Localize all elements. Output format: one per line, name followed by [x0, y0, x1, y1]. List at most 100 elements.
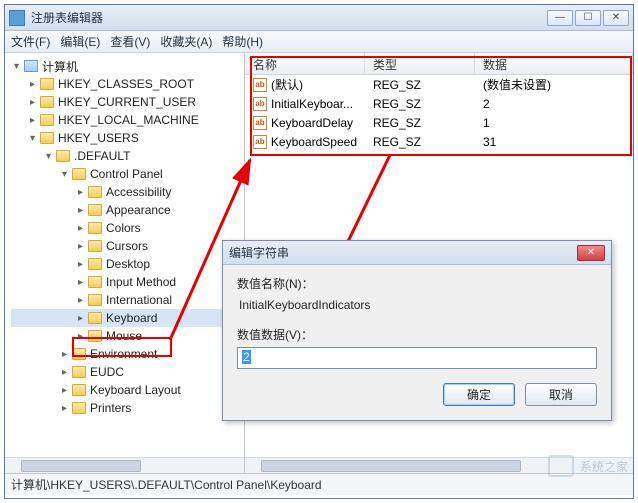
- menu-favorites[interactable]: 收藏夹(A): [160, 33, 212, 50]
- folder-icon: [88, 330, 102, 342]
- dialog-title: 编辑字符串: [229, 244, 577, 261]
- cancel-button[interactable]: 取消: [525, 383, 597, 406]
- tree-desktop[interactable]: ▸ Desktop: [11, 255, 244, 273]
- expand-icon[interactable]: ▸: [27, 115, 38, 126]
- collapse-icon[interactable]: ▾: [27, 133, 38, 144]
- col-data[interactable]: 数据: [475, 53, 633, 74]
- tree-hklm[interactable]: ▸ HKEY_LOCAL_MACHINE: [11, 111, 244, 129]
- expand-icon[interactable]: ▸: [75, 277, 86, 288]
- tree-hscrollbar[interactable]: [5, 457, 244, 473]
- folder-icon: [40, 96, 54, 108]
- expand-icon[interactable]: ▸: [75, 241, 86, 252]
- tree-computer[interactable]: ▾ 计算机: [11, 57, 244, 75]
- folder-icon: [72, 384, 86, 396]
- tree-keyboard[interactable]: ▸ Keyboard: [11, 309, 244, 327]
- dialog-body: 数值名称(N)： InitialKeyboardIndicators 数值数据(…: [223, 265, 611, 420]
- menu-file[interactable]: 文件(F): [11, 33, 50, 50]
- folder-icon: [40, 132, 54, 144]
- tree-default[interactable]: ▾ .DEFAULT: [11, 147, 244, 165]
- tree-printers[interactable]: ▸ Printers: [11, 399, 244, 417]
- collapse-icon[interactable]: ▾: [59, 169, 70, 180]
- list-header: 名称 类型 数据: [245, 53, 633, 75]
- folder-icon: [88, 276, 102, 288]
- folder-icon: [56, 150, 70, 162]
- maximize-button[interactable]: ☐: [575, 10, 601, 26]
- statusbar: 计算机\HKEY_USERS\.DEFAULT\Control Panel\Ke…: [5, 473, 633, 495]
- folder-icon: [72, 366, 86, 378]
- menu-help[interactable]: 帮助(H): [222, 33, 263, 50]
- expand-icon[interactable]: ▸: [59, 367, 70, 378]
- folder-icon: [40, 114, 54, 126]
- collapse-icon[interactable]: ▾: [43, 151, 54, 162]
- expand-icon[interactable]: ▸: [59, 349, 70, 360]
- tree-control-panel[interactable]: ▾ Control Panel: [11, 165, 244, 183]
- tree-environment[interactable]: ▸ Environment: [11, 345, 244, 363]
- tree-colors[interactable]: ▸ Colors: [11, 219, 244, 237]
- expand-icon[interactable]: ▸: [75, 313, 86, 324]
- string-value-icon: ab: [253, 78, 267, 92]
- expand-icon[interactable]: ▸: [75, 187, 86, 198]
- expand-icon[interactable]: ▸: [75, 295, 86, 306]
- tree: ▾ 计算机 ▸ HKEY_CLASSES_ROOT ▸ HKEY_CURRENT…: [5, 53, 244, 421]
- tree-international[interactable]: ▸ International: [11, 291, 244, 309]
- computer-icon: [24, 60, 38, 72]
- tree-mouse[interactable]: ▸ Mouse: [11, 327, 244, 345]
- value-name-readonly: InitialKeyboardIndicators: [237, 296, 597, 320]
- collapse-icon[interactable]: ▾: [11, 61, 22, 72]
- list-row[interactable]: abKeyboardSpeed REG_SZ 31: [245, 132, 633, 151]
- folder-icon: [40, 78, 54, 90]
- list-row[interactable]: abInitialKeyboar... REG_SZ 2: [245, 94, 633, 113]
- dialog-buttons: 确定 取消: [237, 383, 597, 406]
- tree-hku[interactable]: ▾ HKEY_USERS: [11, 129, 244, 147]
- menubar: 文件(F) 编辑(E) 查看(V) 收藏夹(A) 帮助(H): [5, 31, 633, 53]
- folder-icon: [72, 168, 86, 180]
- expand-icon[interactable]: ▸: [75, 223, 86, 234]
- folder-icon: [72, 348, 86, 360]
- expand-icon[interactable]: ▸: [59, 385, 70, 396]
- expand-icon[interactable]: ▸: [27, 79, 38, 90]
- list-row[interactable]: abKeyboardDelay REG_SZ 1: [245, 113, 633, 132]
- app-icon: [9, 10, 25, 26]
- tree-keyboard-layout[interactable]: ▸ Keyboard Layout: [11, 381, 244, 399]
- watermark: 系统之家: [548, 455, 628, 477]
- dialog-titlebar: 编辑字符串 ✕: [223, 241, 611, 265]
- folder-icon: [88, 240, 102, 252]
- list-row[interactable]: ab(默认) REG_SZ (数值未设置): [245, 75, 633, 94]
- value-data-input[interactable]: 2: [237, 347, 597, 369]
- folder-icon: [88, 222, 102, 234]
- col-type[interactable]: 类型: [365, 53, 475, 74]
- status-path: 计算机\HKEY_USERS\.DEFAULT\Control Panel\Ke…: [11, 476, 322, 493]
- string-value-icon: ab: [253, 135, 267, 149]
- expand-icon[interactable]: ▸: [75, 205, 86, 216]
- edit-string-dialog: 编辑字符串 ✕ 数值名称(N)： InitialKeyboardIndicato…: [222, 240, 612, 421]
- expand-icon[interactable]: ▸: [75, 259, 86, 270]
- col-name[interactable]: 名称: [245, 53, 365, 74]
- value-name-label: 数值名称(N)：: [237, 275, 597, 292]
- close-button[interactable]: ✕: [603, 10, 629, 26]
- dialog-close-button[interactable]: ✕: [577, 245, 605, 261]
- tree-cursors[interactable]: ▸ Cursors: [11, 237, 244, 255]
- watermark-icon: [548, 455, 574, 477]
- folder-icon: [88, 186, 102, 198]
- expand-icon[interactable]: ▸: [59, 403, 70, 414]
- tree-hkcu[interactable]: ▸ HKEY_CURRENT_USER: [11, 93, 244, 111]
- tree-hkcr[interactable]: ▸ HKEY_CLASSES_ROOT: [11, 75, 244, 93]
- titlebar: 注册表编辑器 — ☐ ✕: [5, 5, 633, 31]
- minimize-button[interactable]: —: [547, 10, 573, 26]
- expand-icon[interactable]: ▸: [75, 331, 86, 342]
- tree-appearance[interactable]: ▸ Appearance: [11, 201, 244, 219]
- expand-icon[interactable]: ▸: [27, 97, 38, 108]
- folder-icon: [72, 402, 86, 414]
- string-value-icon: ab: [253, 97, 267, 111]
- folder-icon: [88, 312, 102, 324]
- folder-icon: [88, 294, 102, 306]
- menu-view[interactable]: 查看(V): [110, 33, 150, 50]
- window-buttons: — ☐ ✕: [547, 10, 629, 26]
- tree-input-method[interactable]: ▸ Input Method: [11, 273, 244, 291]
- folder-icon: [88, 258, 102, 270]
- tree-eudc[interactable]: ▸ EUDC: [11, 363, 244, 381]
- ok-button[interactable]: 确定: [443, 383, 515, 406]
- window-title: 注册表编辑器: [31, 9, 547, 26]
- tree-accessibility[interactable]: ▸ Accessibility: [11, 183, 244, 201]
- menu-edit[interactable]: 编辑(E): [60, 33, 100, 50]
